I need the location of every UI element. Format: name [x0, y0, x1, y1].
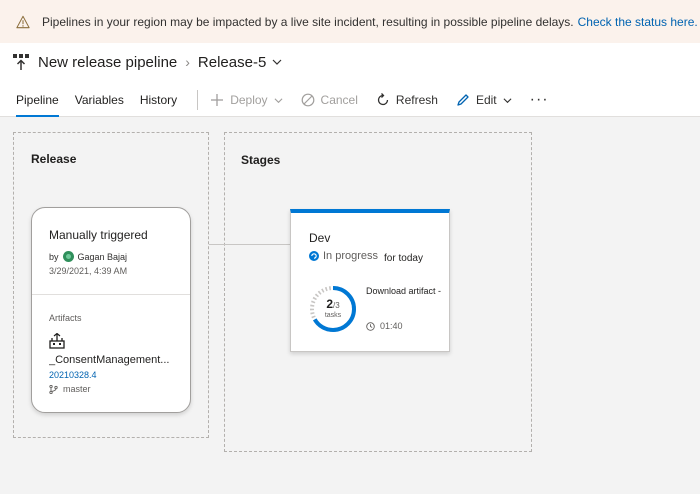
artifacts-label: Artifacts [49, 313, 82, 323]
release-date: 3/29/2021, 4:39 AM [49, 266, 128, 276]
tab-variables[interactable]: Variables [67, 83, 132, 117]
clock-icon [366, 321, 375, 331]
stage-status: In progress for today [309, 250, 423, 264]
release-pipeline-icon [13, 54, 29, 70]
status-text: In progress [323, 250, 379, 262]
connector-line [209, 244, 290, 245]
tasks-total: /3 [333, 301, 340, 310]
chevron-down-icon[interactable] [272, 57, 282, 67]
card-divider [32, 294, 190, 295]
refresh-label: Refresh [395, 93, 438, 107]
triggered-by: by Gagan Bajaj [49, 251, 127, 262]
pipeline-canvas: Release Stages Manually triggered by Gag… [0, 118, 700, 494]
tab-pipeline[interactable]: Pipeline [0, 83, 67, 117]
cancel-icon [301, 93, 314, 107]
tasks-done: 2 [326, 297, 333, 311]
cancel-label: Cancel [320, 93, 358, 107]
banner-message: Pipelines in your region may be impacted… [42, 14, 574, 29]
user-name: Gagan Bajaj [77, 251, 128, 262]
edit-label: Edit [475, 93, 497, 107]
tab-bar: Pipeline Variables History Deploy Cancel [0, 83, 549, 117]
task-elapsed: 01:40 [366, 321, 403, 331]
toolbar-divider [197, 90, 199, 110]
current-task: Download artifact - [366, 286, 442, 296]
chevron-right-icon: › [185, 54, 190, 70]
pencil-icon [457, 94, 469, 106]
branch-icon [49, 384, 58, 394]
stages-zone-title: Stages [241, 153, 281, 167]
branch-info: master [49, 384, 91, 394]
breadcrumb: New release pipeline › Release-5 [12, 53, 282, 71]
trigger-text: Manually triggered [49, 228, 148, 242]
chevron-down-icon [503, 97, 512, 103]
elapsed-time: 01:40 [380, 321, 403, 331]
plus-icon [211, 94, 224, 106]
refresh-icon [377, 93, 389, 106]
release-name[interactable]: Release-5 [198, 54, 266, 71]
chevron-down-icon [274, 97, 283, 103]
page-header: New release pipeline › Release-5 Pipelin… [0, 43, 700, 117]
status-link[interactable]: Check the status here. [578, 15, 698, 29]
artifact-name: _ConsentManagement... [49, 354, 170, 366]
deploy-label: Deploy [230, 93, 268, 107]
deploy-button[interactable]: Deploy [210, 93, 283, 107]
edit-button[interactable]: Edit [456, 93, 512, 107]
status-when: for today [384, 252, 423, 264]
tab-history[interactable]: History [132, 83, 185, 117]
task-count: 2/3 [308, 298, 358, 312]
stage-card-dev[interactable]: Dev In progress for today 2/3 tasks Down… [290, 209, 450, 352]
branch-name: master [63, 384, 91, 394]
cancel-button[interactable]: Cancel [301, 93, 358, 107]
pipeline-name[interactable]: New release pipeline [38, 54, 177, 71]
warning-icon [16, 15, 30, 28]
more-options-button[interactable]: ··· [530, 91, 549, 109]
release-card[interactable]: Manually triggered by Gagan Bajaj 3/29/2… [31, 207, 191, 413]
build-artifact-icon [49, 333, 65, 349]
incident-banner: Pipelines in your region may be impacted… [0, 0, 700, 43]
artifact-version-link[interactable]: 20210328.4 [49, 370, 97, 380]
stage-name: Dev [309, 231, 331, 245]
refresh-button[interactable]: Refresh [376, 93, 438, 107]
by-prefix: by [49, 251, 59, 262]
avatar [62, 251, 74, 262]
in-progress-icon [309, 251, 319, 261]
tasks-label: tasks [324, 312, 342, 319]
release-zone-title: Release [31, 152, 77, 166]
